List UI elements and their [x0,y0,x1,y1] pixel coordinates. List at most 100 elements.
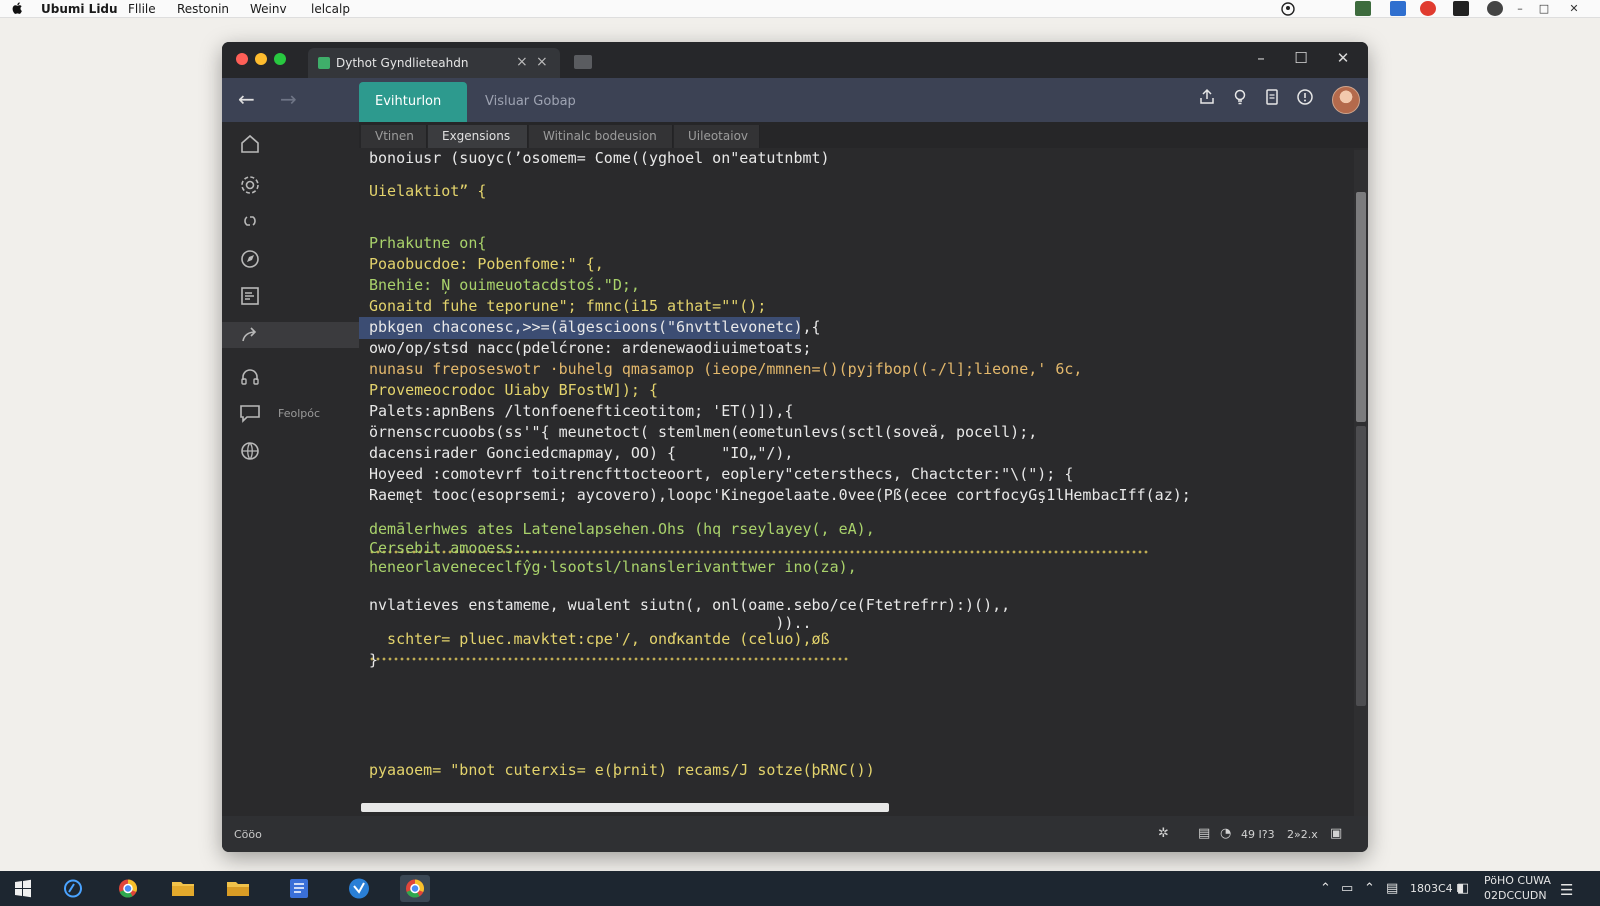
app-icon-blue[interactable] [344,875,374,902]
code-line[interactable]: pbkgen chaconesc,>>=(ālgescioons("6nvttl… [369,317,821,338]
window-close-icon[interactable]: ✕ [1332,49,1354,67]
account-icon[interactable] [1280,1,1296,16]
close-window-button[interactable] [236,53,248,65]
notifications-icon[interactable]: ☰ [1560,881,1573,899]
tab-visual-gobap[interactable]: Visluar Gobap [485,82,576,122]
info-icon[interactable] [1293,88,1317,112]
record-icon[interactable] [1420,1,1436,16]
xcode-icon[interactable] [1390,1,1406,16]
status-left-text[interactable]: Cööo [234,828,262,841]
photos-icon[interactable] [1355,1,1371,16]
vertical-scrollbar-lower[interactable] [1356,426,1366,706]
sidebar-item-network[interactable] [222,438,359,464]
lightbulb-icon[interactable] [1228,88,1252,112]
sidebar-item-links[interactable] [222,209,359,235]
edge-icon[interactable] [58,875,88,902]
sidebar-item-outline[interactable] [222,283,359,309]
error-squiggle [369,656,849,662]
menu-restonin[interactable]: Restonin [177,1,229,17]
code-line[interactable]: bonoiusr (suoyc(’osomem= Come((yghoel on… [369,148,830,169]
code-editor[interactable]: bonoiusr (suoyc(’osomem= Come((yghoel on… [359,148,1354,816]
editor-tab-uileotaiov[interactable]: Uileotaiov [674,125,760,148]
menu-app-name[interactable]: Ubumi Lidu [41,1,118,17]
start-icon[interactable] [8,875,38,902]
zoom-window-button[interactable] [274,53,286,65]
bell-icon[interactable]: ◔ [1220,826,1231,841]
tab-close-icon[interactable]: × [516,54,528,70]
tab-close-secondary-icon[interactable]: × [536,54,548,70]
code-line[interactable]: owo/op/stsd nacc(pdelćrone: ardenewaodiu… [369,338,812,359]
clock-time[interactable]: PöHO CUWA [1484,874,1551,887]
close-icon[interactable]: ✕ [1566,1,1582,16]
vertical-scrollbar-thumb[interactable] [1356,192,1366,422]
sidebar-item-support[interactable] [222,364,359,390]
volume-icon[interactable]: ◧ [1457,881,1469,896]
layout-icon[interactable]: ▣ [1330,826,1342,841]
zoom-level-text[interactable]: 2»2.x [1287,828,1318,841]
code-line[interactable]: schter= pluec.mavktet:cpe'/, onďĸantde (… [369,629,830,650]
chrome-icon[interactable] [113,875,143,902]
line-col-text[interactable]: 49 I?3 [1241,828,1275,841]
code-line[interactable]: pyaaoem= "bnot cuterxis= e(þrnit) recams… [369,760,875,781]
menu-file[interactable]: Fllile [128,1,156,17]
code-line[interactable]: Provemeocrodoc Uiaby BFostW]); { [369,380,658,401]
calendar-icon[interactable]: ▤ [1198,826,1210,841]
camera-icon[interactable] [1453,1,1469,16]
code-line[interactable]: Raemęt tooc(esoprsemi; aycovero),loopc'K… [369,485,1191,506]
code-line[interactable]: demālerhwes ates Latenelapsehen.Ohs (hq … [369,519,875,540]
minimize-icon[interactable]: – [1512,1,1528,16]
home-icon [236,134,264,156]
code-line[interactable]: Hoyeed :comotevrf toitrencfttocteoort, e… [369,464,1073,485]
code-line[interactable]: } [369,650,378,671]
clock-date[interactable]: 02DCCUDN [1484,889,1547,902]
minimize-window-button[interactable] [255,53,267,65]
chrome-active-icon[interactable] [400,875,430,902]
share-icon[interactable] [1195,88,1219,112]
wifi-icon[interactable]: ⌃ [1364,881,1375,896]
code-line[interactable]: örnenscrcuoobs(ss'"{ meunetoct( stemlmen… [369,422,1037,443]
sidebar-item-redirect[interactable] [222,322,359,348]
network-icon[interactable]: ▭ [1341,881,1353,896]
code-line[interactable]: Prhakutne on{ [369,233,486,254]
tray-text[interactable]: 1803C4 I [1410,882,1459,895]
window-maximize-icon[interactable]: ☐ [1290,49,1312,67]
code-line[interactable]: heneorlavenececlfŷg·lsootsl/lnanslerivan… [369,557,857,578]
apple-logo-icon[interactable] [11,1,25,15]
sidebar-item-home[interactable] [222,132,359,158]
browser-tab[interactable]: Dythot Gyndlieteahdn × × [308,48,560,78]
horizontal-scrollbar[interactable] [361,803,889,812]
editor-tab-witinalc-bodeusion[interactable]: Witinalc bodeusion [529,125,673,148]
code-line[interactable]: Palets:apnBens /ltonfoenefticeotitom; 'E… [369,401,793,422]
extensions-icon[interactable]: ✲ [1158,826,1169,841]
file-explorer-icon[interactable] [168,875,198,902]
code-line[interactable]: dacensirader Gonciedcmapmay, OO) { "IO„"… [369,443,793,464]
code-line[interactable]: Cersebit amooess:.. [369,538,541,559]
document-app-icon[interactable] [284,875,314,902]
window-minimize-icon[interactable]: – [1250,49,1272,67]
code-line[interactable]: Gonaitd fuhe teporune"; fmnc(i15 athat="… [369,296,766,317]
siri-icon[interactable] [1487,1,1503,16]
maximize-icon[interactable]: □ [1536,1,1552,16]
keyboard-icon[interactable]: ▤ [1386,881,1398,896]
code-line[interactable]: Poaobucdoe: Pobenfome:" {, [369,254,604,275]
code-line[interactable]: Uielaktiot” { [369,181,486,202]
tab-evaluation[interactable]: Evihturlon [359,82,467,122]
folder-icon[interactable] [223,875,253,902]
back-arrow-icon[interactable]: ← [238,87,255,111]
code-line[interactable]: nunasu freposeswotr ·buhelg qmasamop (ie… [369,359,1082,380]
sidebar-item-explore[interactable] [222,246,359,272]
forward-arrow-icon[interactable]: → [280,87,297,111]
menu-help[interactable]: lelcalp [311,1,350,17]
code-line[interactable]: Bnehie: Ņ ouimeuotacdstoś."D;, [369,275,640,296]
editor-tab-view[interactable]: Vtinen [361,125,427,148]
document-icon[interactable] [1260,88,1284,112]
editor-tab-extensions[interactable]: Exgensions [428,125,528,148]
sidebar-item-feedback[interactable]: Feolpóc [222,401,359,427]
sidebar-item-label: Feolpóc [278,407,321,420]
menu-view[interactable]: Weinv [250,1,287,17]
avatar[interactable] [1332,86,1360,114]
new-tab-button[interactable] [574,55,592,69]
chevron-up-icon[interactable]: ⌃ [1320,881,1331,896]
sidebar-item-settings[interactable] [222,172,359,198]
tab-favicon-icon [318,57,330,69]
